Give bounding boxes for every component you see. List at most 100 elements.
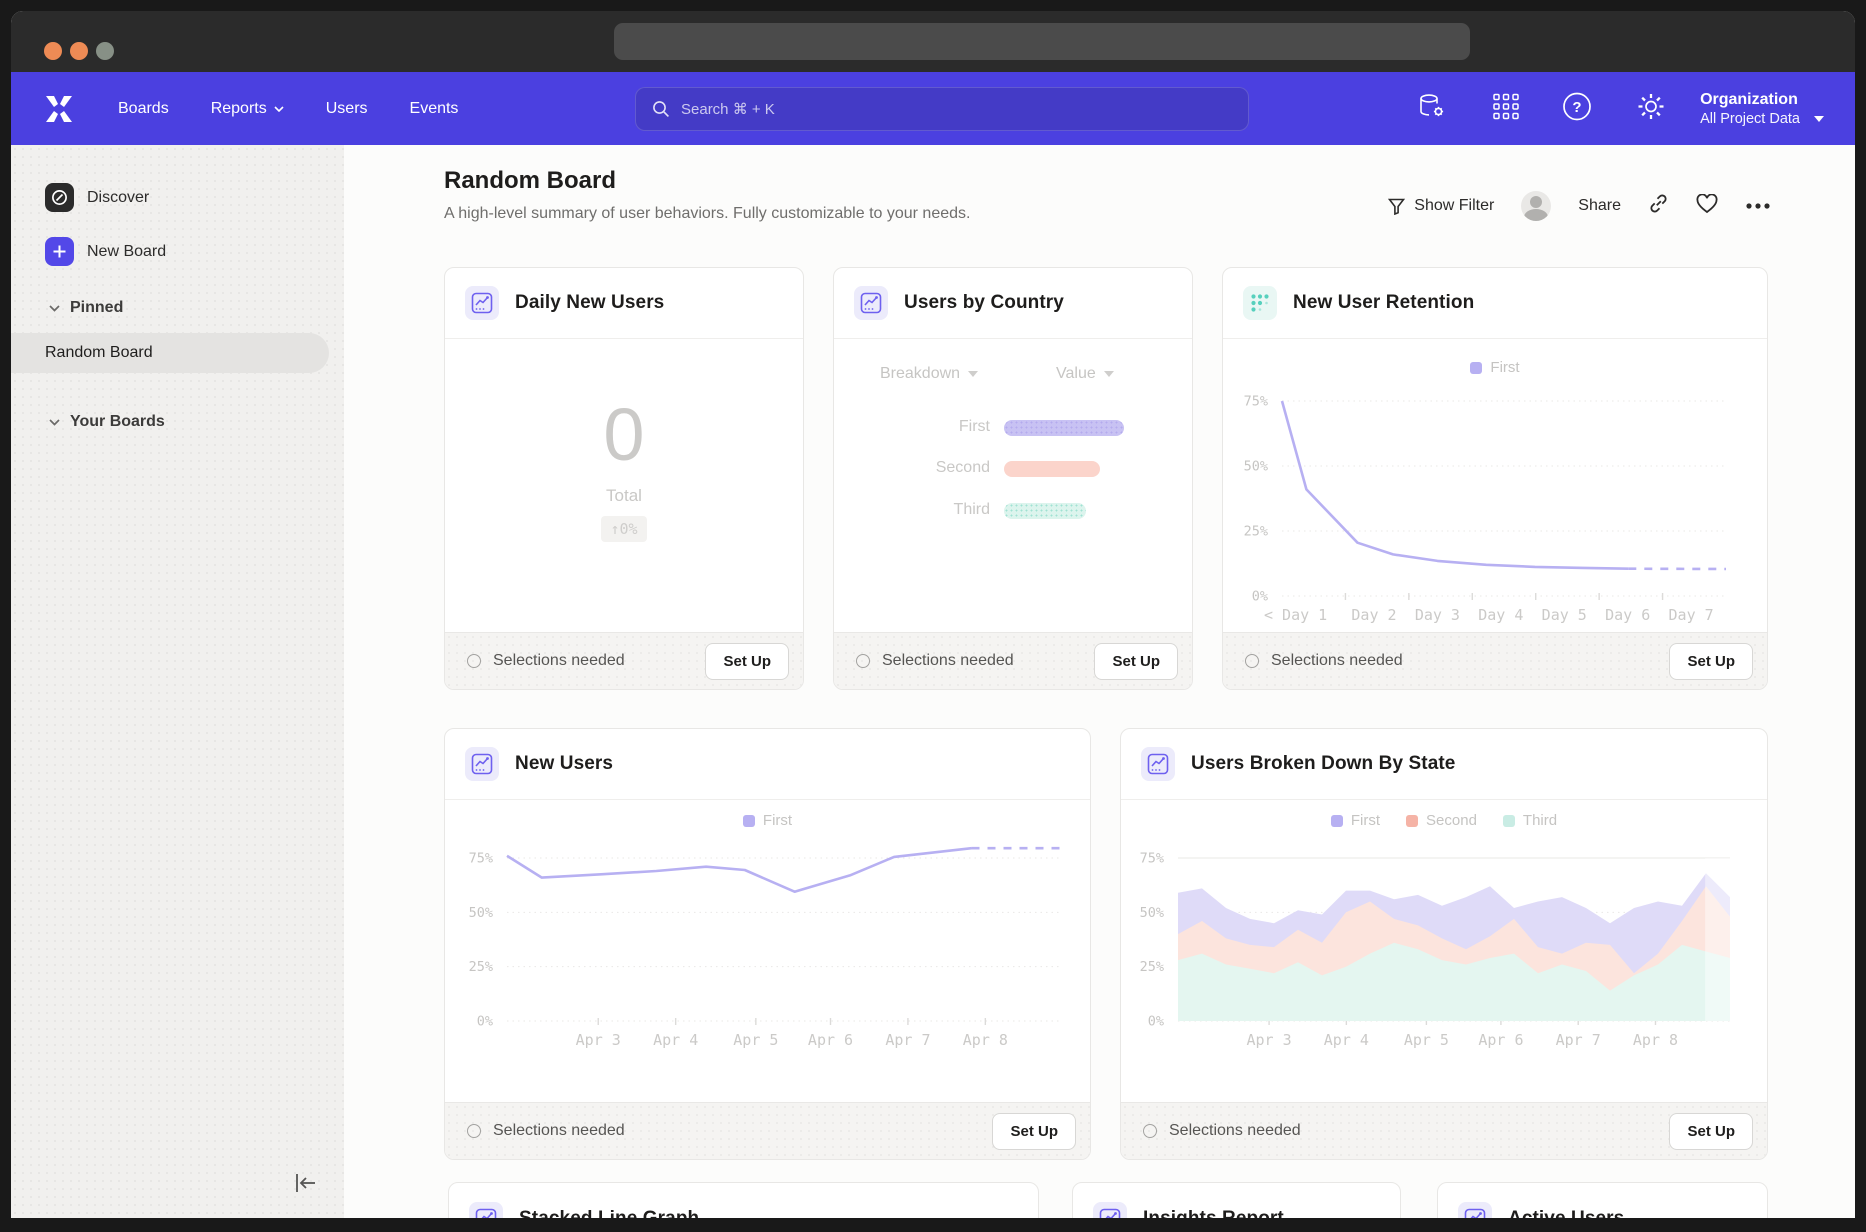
country-row: Third <box>834 503 1192 519</box>
svg-text:Apr 7: Apr 7 <box>1556 1031 1601 1049</box>
card-users-by-state: Users Broken Down By State FirstSecondTh… <box>1120 728 1768 1160</box>
svg-text:Apr 6: Apr 6 <box>1478 1031 1523 1049</box>
svg-text:Apr 3: Apr 3 <box>1247 1031 1292 1049</box>
metric-value: 0 <box>445 398 803 472</box>
status-circle-icon <box>856 654 870 668</box>
svg-text:Day 5: Day 5 <box>1542 606 1587 624</box>
svg-text:Day 3: Day 3 <box>1415 606 1460 624</box>
nav-item-users[interactable]: Users <box>326 100 368 118</box>
svg-text:Apr 5: Apr 5 <box>733 1031 778 1049</box>
copy-link-icon[interactable] <box>1648 193 1669 219</box>
svg-text:Apr 7: Apr 7 <box>885 1031 930 1049</box>
mixpanel-logo-icon[interactable] <box>44 94 76 124</box>
setup-button[interactable]: Set Up <box>705 643 789 680</box>
org-switcher[interactable]: Organization All Project Data <box>1700 91 1800 127</box>
nav-item-reports[interactable]: Reports <box>211 100 284 118</box>
chart-icon <box>465 286 499 320</box>
nav-item-boards[interactable]: Boards <box>118 100 169 118</box>
sidebar-item-new-board[interactable]: New Board <box>45 237 166 266</box>
setup-button[interactable]: Set Up <box>1094 643 1178 680</box>
card-footer: Selections needed Set Up <box>834 632 1192 689</box>
sidebar-section-pinned[interactable]: Pinned <box>49 299 123 317</box>
state-area-chart: FirstSecondThird75%50%25%0%Apr 3Apr 4Apr… <box>1121 800 1767 1104</box>
card-insights-report: Insights Report <box>1072 1182 1401 1218</box>
window-close-button[interactable] <box>44 42 62 60</box>
svg-text:Day 6: Day 6 <box>1605 606 1650 624</box>
status-text: Selections needed <box>1169 1122 1301 1140</box>
show-filter-button[interactable]: Show Filter <box>1388 197 1494 215</box>
svg-text:Day 2: Day 2 <box>1351 606 1396 624</box>
country-row: First <box>834 420 1192 436</box>
share-button[interactable]: Share <box>1578 197 1621 215</box>
svg-text:0%: 0% <box>1148 1014 1164 1030</box>
sidebar-item-discover[interactable]: Discover <box>45 183 149 212</box>
favorite-heart-icon[interactable] <box>1696 194 1718 219</box>
svg-text:0%: 0% <box>1252 589 1268 605</box>
svg-text:Apr 4: Apr 4 <box>653 1031 698 1049</box>
svg-text:Apr 5: Apr 5 <box>1404 1031 1449 1049</box>
discover-compass-icon <box>45 183 74 212</box>
org-name: Organization <box>1700 91 1800 109</box>
svg-text:Day 4: Day 4 <box>1478 606 1523 624</box>
country-row-label: Second <box>936 459 990 477</box>
settings-gear-icon[interactable] <box>1636 91 1666 126</box>
nav-item-events[interactable]: Events <box>410 100 459 118</box>
svg-text:25%: 25% <box>1244 524 1268 540</box>
svg-text:Apr 8: Apr 8 <box>1633 1031 1678 1049</box>
browser-window: Boards Reports Users Events Search ⌘ + K <box>11 11 1855 1218</box>
svg-text:Day 7: Day 7 <box>1669 606 1714 624</box>
svg-text:50%: 50% <box>469 905 493 921</box>
card-title: Active Users <box>1508 1208 1624 1219</box>
sidebar-section-your-boards[interactable]: Your Boards <box>49 413 165 431</box>
status-text: Selections needed <box>882 652 1014 670</box>
sidebar-item-random-board[interactable]: Random Board <box>11 333 329 373</box>
card-title: Users by Country <box>904 292 1064 314</box>
setup-button[interactable]: Set Up <box>1669 1113 1753 1150</box>
metric-block: 0 Total ↑0% <box>445 398 803 542</box>
status-circle-icon <box>467 1124 481 1138</box>
sidebar: Discover New Board Pinned Random Board Y… <box>11 145 344 1218</box>
card-title: Stacked Line Graph <box>519 1208 699 1219</box>
chevron-down-icon <box>1104 371 1114 377</box>
country-row-label: Third <box>954 501 990 519</box>
avatar[interactable] <box>1521 191 1551 221</box>
apps-grid-icon[interactable] <box>1493 93 1519 124</box>
svg-text:25%: 25% <box>1140 959 1164 975</box>
card-title: New User Retention <box>1293 292 1474 314</box>
chart-icon <box>465 747 499 781</box>
org-chevron-down-icon <box>1813 110 1825 128</box>
chart-icon <box>1093 1202 1127 1219</box>
country-row-bar <box>1004 503 1086 519</box>
chevron-down-icon <box>49 419 60 426</box>
plus-icon <box>45 237 74 266</box>
svg-text:Apr 3: Apr 3 <box>576 1031 621 1049</box>
svg-text:75%: 75% <box>1244 394 1268 410</box>
help-icon[interactable]: ? <box>1562 91 1592 126</box>
status-text: Selections needed <box>1271 652 1403 670</box>
search-input[interactable]: Search ⌘ + K <box>635 87 1249 131</box>
more-options-icon[interactable] <box>1745 197 1771 215</box>
value-dropdown[interactable]: Value <box>1056 365 1114 383</box>
chart-icon <box>1458 1202 1492 1219</box>
data-management-icon[interactable] <box>1418 93 1446 124</box>
address-bar[interactable] <box>614 23 1470 60</box>
collapse-sidebar-icon[interactable] <box>294 1173 318 1198</box>
card-footer: Selections needed Set Up <box>1223 632 1767 689</box>
country-row-label: First <box>959 418 990 436</box>
country-row: Second <box>834 461 1192 477</box>
top-nav: Boards Reports Users Events Search ⌘ + K <box>11 72 1855 145</box>
search-icon <box>652 100 670 118</box>
svg-text:Apr 8: Apr 8 <box>963 1031 1008 1049</box>
svg-text:0%: 0% <box>477 1014 493 1030</box>
retention-chart: First75%50%25%0%< Day 1Day 2Day 3Day 4Da… <box>1223 339 1767 634</box>
country-row-bar <box>1004 420 1124 436</box>
breakdown-dropdown[interactable]: Breakdown <box>880 365 978 383</box>
card-new-users: New Users First75%50%25%0%Apr 3Apr 4Apr … <box>444 728 1091 1160</box>
window-zoom-button[interactable] <box>96 42 114 60</box>
setup-button[interactable]: Set Up <box>992 1113 1076 1150</box>
svg-text:50%: 50% <box>1244 459 1268 475</box>
card-active-users: Active Users <box>1437 1182 1768 1218</box>
setup-button[interactable]: Set Up <box>1669 643 1753 680</box>
window-minimize-button[interactable] <box>70 42 88 60</box>
status-circle-icon <box>1245 654 1259 668</box>
